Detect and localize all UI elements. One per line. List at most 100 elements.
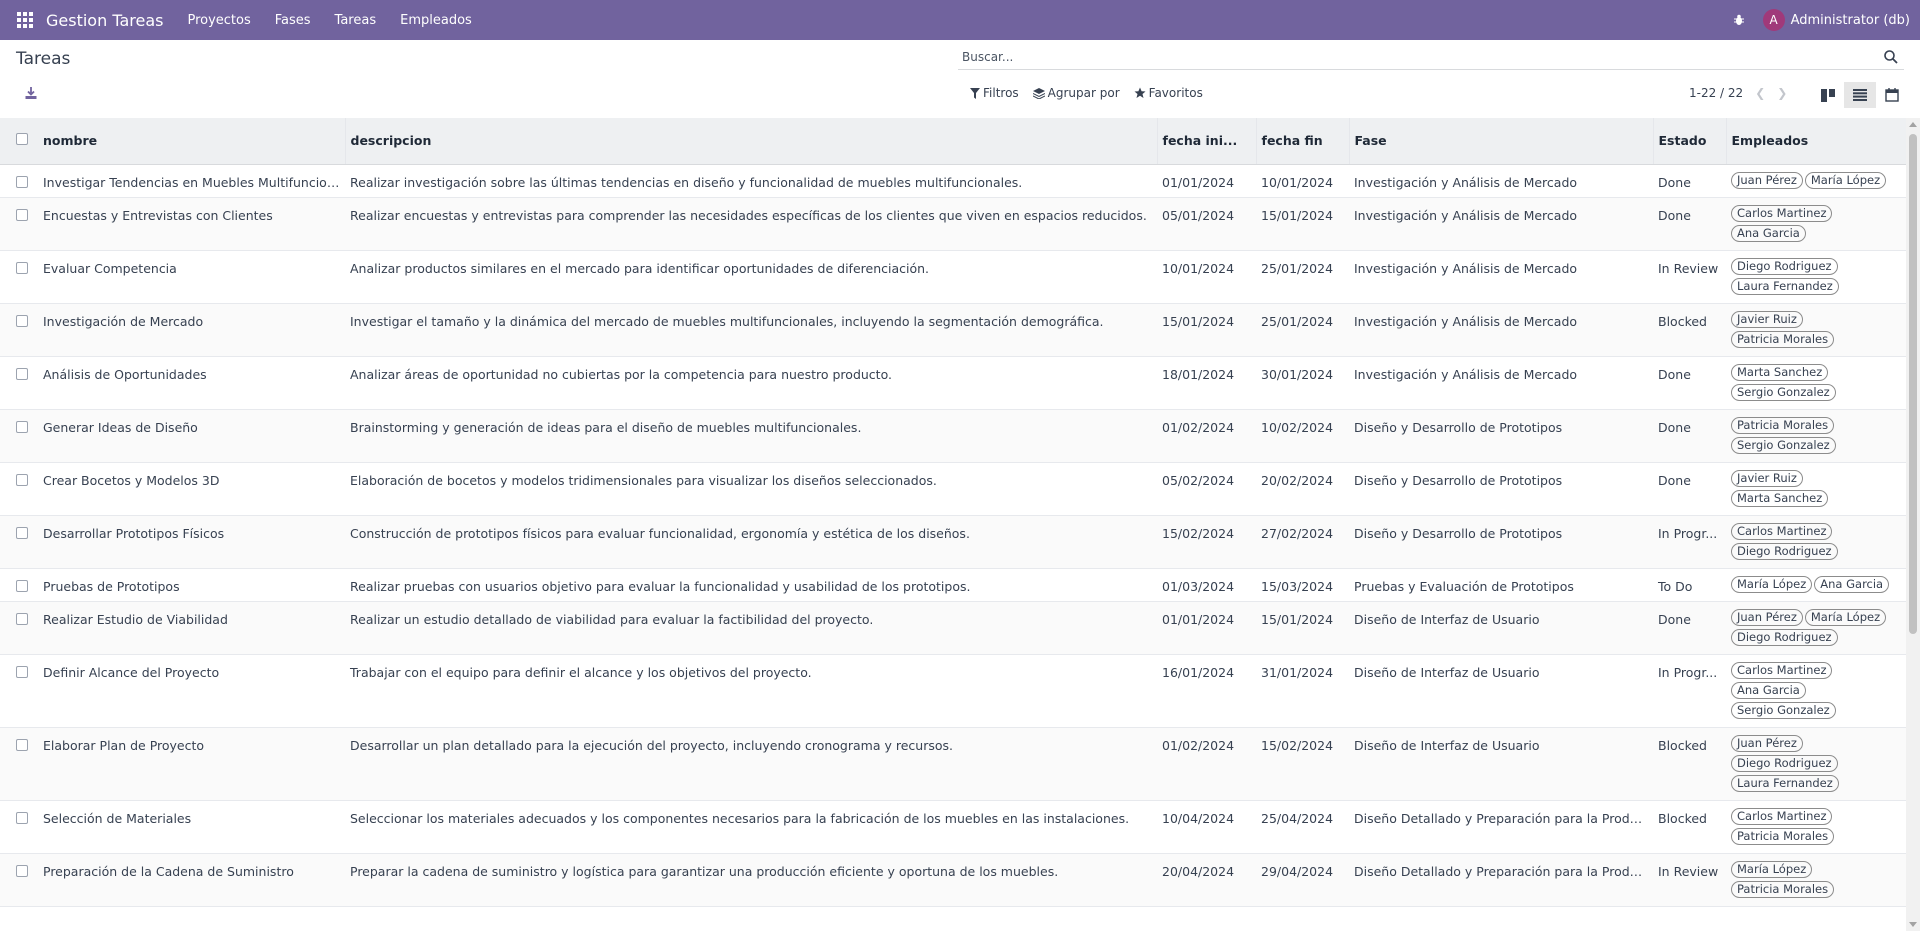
cell-fase[interactable]: Diseño de Interfaz de Usuario xyxy=(1349,654,1653,728)
kanban-view-button[interactable] xyxy=(1812,82,1844,108)
cell-fecha-inicio[interactable]: 01/03/2024 xyxy=(1157,568,1256,602)
column-header-estado[interactable]: Estado xyxy=(1653,118,1727,165)
row-checkbox[interactable] xyxy=(16,367,28,380)
table-row[interactable]: Evaluar Competencia Analizar productos si… xyxy=(0,250,1906,304)
column-header-fase[interactable]: Fase xyxy=(1349,118,1654,165)
row-checkbox[interactable] xyxy=(16,261,28,274)
download-icon[interactable] xyxy=(23,85,39,101)
cell-descripcion[interactable]: Elaboración de bocetos y modelos tridime… xyxy=(345,462,1157,516)
cell-nombre[interactable]: Crear Bocetos y Modelos 3D xyxy=(38,462,345,516)
row-checkbox[interactable] xyxy=(16,420,28,433)
table-row[interactable]: Pruebas de Prototipos Realizar pruebas co… xyxy=(0,568,1906,602)
cell-estado[interactable]: Done xyxy=(1653,356,1726,410)
menu-proyectos[interactable]: Proyectos xyxy=(175,13,262,28)
column-header-empleados[interactable]: Empleados xyxy=(1726,118,1906,165)
select-all-checkbox[interactable] xyxy=(16,133,28,146)
apps-grid-icon[interactable] xyxy=(17,12,33,28)
column-header-fecha-inicio[interactable]: fecha ini... xyxy=(1157,118,1257,165)
cell-fecha-fin[interactable]: 15/02/2024 xyxy=(1256,727,1349,801)
cell-fase[interactable]: Pruebas y Evaluación de Prototipos xyxy=(1349,568,1653,602)
cell-nombre[interactable]: Pruebas de Prototipos xyxy=(38,568,345,602)
table-row[interactable]: Selección de Materiales Seleccionar los m… xyxy=(0,800,1906,854)
cell-empleados[interactable]: María López Patricia Morales xyxy=(1726,853,1906,907)
cell-fase[interactable]: Investigación y Análisis de Mercado xyxy=(1349,250,1653,304)
cell-estado[interactable]: In Progr... xyxy=(1653,654,1726,728)
column-header-fecha-fin[interactable]: fecha fin xyxy=(1256,118,1350,165)
table-row[interactable]: Investigación de Mercado Investigar el ta… xyxy=(0,303,1906,357)
cell-fecha-inicio[interactable]: 16/01/2024 xyxy=(1157,654,1256,728)
pager-value[interactable]: 1-22 / 22 xyxy=(1689,86,1743,100)
cell-fecha-inicio[interactable]: 10/04/2024 xyxy=(1157,800,1256,854)
row-checkbox[interactable] xyxy=(16,864,28,877)
cell-descripcion[interactable]: Realizar pruebas con usuarios objetivo p… xyxy=(345,568,1157,602)
cell-estado[interactable]: Blocked xyxy=(1653,727,1726,801)
cell-fecha-inicio[interactable]: 15/02/2024 xyxy=(1157,515,1256,569)
cell-descripcion[interactable]: Brainstorming y generación de ideas para… xyxy=(345,409,1157,463)
cell-fecha-fin[interactable]: 15/03/2024 xyxy=(1256,568,1349,602)
avatar[interactable]: A xyxy=(1762,9,1785,31)
cell-descripcion[interactable]: Construcción de prototipos físicos para … xyxy=(345,515,1157,569)
calendar-view-button[interactable] xyxy=(1876,82,1908,108)
cell-estado[interactable]: Done xyxy=(1653,164,1726,198)
cell-empleados[interactable]: Carlos Martinez Ana Garcia Sergio Gonzalez xyxy=(1726,654,1906,728)
cell-empleados[interactable]: Juan Pérez María López Diego Rodriguez xyxy=(1726,601,1906,655)
table-row[interactable]: Crear Bocetos y Modelos 3D Elaboración de… xyxy=(0,462,1906,516)
cell-empleados[interactable]: Diego Rodriguez Laura Fernandez xyxy=(1726,250,1906,304)
cell-descripcion[interactable]: Preparar la cadena de suministro y logís… xyxy=(345,853,1157,907)
cell-nombre[interactable]: Elaborar Plan de Proyecto xyxy=(38,727,345,801)
row-checkbox[interactable] xyxy=(16,208,28,221)
cell-descripcion[interactable]: Analizar productos similares en el merca… xyxy=(345,250,1157,304)
table-row[interactable]: Definir Alcance del Proyecto Trabajar con… xyxy=(0,654,1906,728)
pager-prev-icon[interactable]: ❮ xyxy=(1755,86,1765,100)
user-menu[interactable]: Administrator (db) xyxy=(1791,13,1910,28)
scroll-up-arrow-icon[interactable] xyxy=(1909,122,1917,127)
column-header-nombre[interactable]: nombre xyxy=(38,118,346,165)
cell-nombre[interactable]: Selección de Materiales xyxy=(38,800,345,854)
cell-fase[interactable]: Diseño Detallado y Preparación para la P… xyxy=(1349,853,1653,907)
cell-fase[interactable]: Diseño Detallado y Preparación para la P… xyxy=(1349,800,1653,854)
table-row[interactable]: Elaborar Plan de Proyecto Desarrollar un … xyxy=(0,727,1906,801)
vertical-scrollbar[interactable] xyxy=(1906,118,1920,931)
search-input[interactable] xyxy=(958,50,1882,64)
row-checkbox[interactable] xyxy=(16,314,28,327)
cell-fecha-inicio[interactable]: 20/04/2024 xyxy=(1157,853,1256,907)
table-row[interactable]: Preparación de la Cadena de Suministro Pr… xyxy=(0,853,1906,907)
cell-empleados[interactable]: Juan Pérez Diego Rodriguez Laura Fernandez xyxy=(1726,727,1906,801)
cell-descripcion[interactable]: Realizar un estudio detallado de viabili… xyxy=(345,601,1157,655)
cell-descripcion[interactable]: Realizar investigación sobre las últimas… xyxy=(345,164,1157,198)
cell-fecha-fin[interactable]: 30/01/2024 xyxy=(1256,356,1349,410)
cell-descripcion[interactable]: Realizar encuestas y entrevistas para co… xyxy=(345,197,1157,251)
cell-fecha-inicio[interactable]: 01/02/2024 xyxy=(1157,409,1256,463)
cell-fecha-fin[interactable]: 15/01/2024 xyxy=(1256,197,1349,251)
cell-nombre[interactable]: Definir Alcance del Proyecto xyxy=(38,654,345,728)
cell-fecha-fin[interactable]: 10/01/2024 xyxy=(1256,164,1349,198)
filters-button[interactable]: Filtros xyxy=(970,86,1019,100)
groupby-button[interactable]: Agrupar por xyxy=(1032,86,1120,100)
cell-fecha-fin[interactable]: 15/01/2024 xyxy=(1256,601,1349,655)
debug-bug-icon[interactable] xyxy=(1729,10,1749,30)
cell-descripcion[interactable]: Trabajar con el equipo para definir el a… xyxy=(345,654,1157,728)
cell-fase[interactable]: Diseño y Desarrollo de Prototipos xyxy=(1349,409,1653,463)
cell-estado[interactable]: Blocked xyxy=(1653,303,1726,357)
cell-nombre[interactable]: Encuestas y Entrevistas con Clientes xyxy=(38,197,345,251)
row-checkbox[interactable] xyxy=(16,526,28,539)
table-row[interactable]: Investigar Tendencias en Muebles Multifu… xyxy=(0,164,1906,198)
cell-descripcion[interactable]: Desarrollar un plan detallado para la ej… xyxy=(345,727,1157,801)
scroll-down-arrow-icon[interactable] xyxy=(1909,922,1917,927)
cell-fecha-inicio[interactable]: 05/01/2024 xyxy=(1157,197,1256,251)
menu-tareas[interactable]: Tareas xyxy=(323,13,389,28)
cell-nombre[interactable]: Realizar Estudio de Viabilidad xyxy=(38,601,345,655)
cell-empleados[interactable]: Carlos Martinez Ana Garcia xyxy=(1726,197,1906,251)
cell-descripcion[interactable]: Investigar el tamaño y la dinámica del m… xyxy=(345,303,1157,357)
cell-fecha-fin[interactable]: 25/01/2024 xyxy=(1256,250,1349,304)
cell-fecha-inicio[interactable]: 18/01/2024 xyxy=(1157,356,1256,410)
table-row[interactable]: Encuestas y Entrevistas con Clientes Real… xyxy=(0,197,1906,251)
cell-fecha-inicio[interactable]: 05/02/2024 xyxy=(1157,462,1256,516)
table-row[interactable]: Análisis de Oportunidades Analizar áreas … xyxy=(0,356,1906,410)
row-checkbox[interactable] xyxy=(16,738,28,751)
cell-fecha-inicio[interactable]: 10/01/2024 xyxy=(1157,250,1256,304)
cell-estado[interactable]: Done xyxy=(1653,197,1726,251)
cell-empleados[interactable]: Juan Pérez María López xyxy=(1726,164,1906,198)
menu-empleados[interactable]: Empleados xyxy=(388,13,484,28)
cell-estado[interactable]: In Review xyxy=(1653,853,1726,907)
